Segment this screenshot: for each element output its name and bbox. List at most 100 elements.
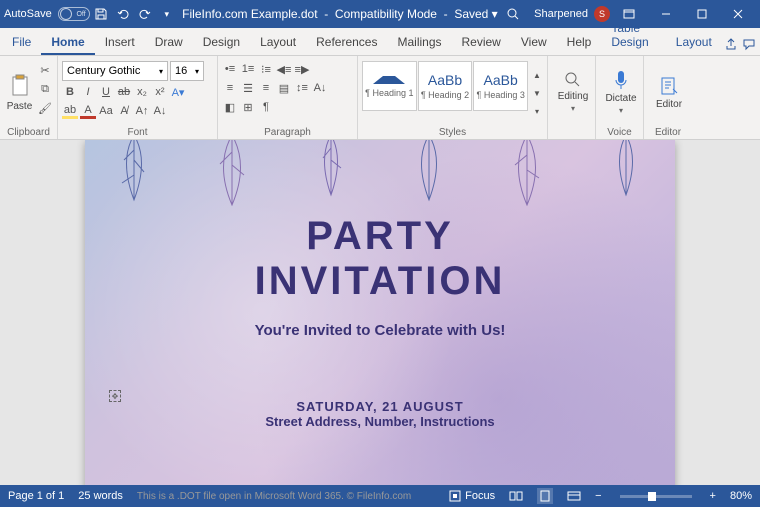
sort-icon[interactable]: A↓ bbox=[312, 80, 328, 96]
tab-design[interactable]: Design bbox=[193, 29, 250, 55]
multilevel-icon[interactable]: ⁝≡ bbox=[258, 61, 274, 77]
styles-expand-icon[interactable]: ▾ bbox=[529, 104, 543, 120]
align-left-icon[interactable]: ≡ bbox=[222, 80, 238, 96]
invitation-date[interactable]: SATURDAY, 21 AUGUST bbox=[85, 399, 675, 414]
styles-scroll-down-icon[interactable]: ▼ bbox=[529, 86, 543, 102]
editor-button[interactable]: Editor bbox=[648, 58, 690, 126]
style-heading3[interactable]: AaBb¶ Heading 3 bbox=[473, 61, 528, 111]
tab-layout2[interactable]: Layout bbox=[666, 29, 722, 55]
tab-help[interactable]: Help bbox=[557, 29, 602, 55]
save-icon[interactable] bbox=[92, 5, 110, 23]
line-spacing-icon[interactable]: ↕≡ bbox=[294, 80, 310, 96]
invitation-address[interactable]: Street Address, Number, Instructions bbox=[85, 414, 675, 429]
bullets-icon[interactable]: •≡ bbox=[222, 61, 238, 77]
zoom-level[interactable]: 80% bbox=[730, 490, 752, 502]
align-center-icon[interactable]: ☰ bbox=[240, 80, 256, 96]
cut-icon[interactable]: ✂ bbox=[37, 62, 53, 78]
change-case-icon[interactable]: Aa bbox=[98, 103, 114, 119]
web-layout-icon[interactable] bbox=[567, 490, 581, 502]
copy-icon[interactable]: ⧉ bbox=[37, 81, 53, 97]
zoom-in-button[interactable]: + bbox=[710, 490, 716, 502]
document-page[interactable]: PARTY INVITATION You're Invited to Celeb… bbox=[85, 140, 675, 485]
editing-button[interactable]: Editing ▾ bbox=[552, 58, 594, 126]
tab-file[interactable]: File bbox=[2, 29, 41, 55]
group-font: Century Gothic▾ 16▾ B I U ab x₂ x² A▾ ab… bbox=[58, 56, 218, 139]
underline-icon[interactable]: U bbox=[98, 84, 114, 100]
tab-home[interactable]: Home bbox=[41, 29, 94, 55]
group-paragraph: •≡ 1≡ ⁝≡ ◀≡ ≡▶ ≡ ☰ ≡ ▤ ↕≡ A↓ ◧ ⊞ ¶ Parag… bbox=[218, 56, 358, 139]
zoom-out-button[interactable]: − bbox=[595, 490, 601, 502]
tab-insert[interactable]: Insert bbox=[95, 29, 145, 55]
focus-mode-button[interactable]: Focus bbox=[449, 490, 495, 502]
page-count[interactable]: Page 1 of 1 bbox=[8, 490, 64, 502]
autosave-toggle[interactable]: AutoSave Off bbox=[4, 7, 90, 21]
tab-draw[interactable]: Draw bbox=[145, 29, 193, 55]
print-layout-icon[interactable] bbox=[537, 488, 553, 504]
style-heading1[interactable]: ¶ Heading 1 bbox=[362, 61, 417, 111]
invitation-title-1[interactable]: PARTY bbox=[85, 214, 675, 259]
numbering-icon[interactable]: 1≡ bbox=[240, 61, 256, 77]
style-heading2[interactable]: AaBb¶ Heading 2 bbox=[418, 61, 473, 111]
ribbon: Paste ✂ ⧉ 🖌 Clipboard Century Gothic▾ 16… bbox=[0, 56, 760, 140]
customize-qat-icon[interactable]: ▾ bbox=[158, 5, 176, 23]
shading-icon[interactable]: ◧ bbox=[222, 99, 238, 115]
microphone-icon bbox=[613, 69, 629, 91]
font-size-select[interactable]: 16▾ bbox=[170, 61, 204, 81]
styles-scroll-up-icon[interactable]: ▲ bbox=[529, 68, 543, 84]
toggle-switch[interactable]: Off bbox=[58, 7, 90, 21]
redo-icon[interactable] bbox=[136, 5, 154, 23]
text-effects-icon[interactable]: A▾ bbox=[170, 84, 186, 100]
username-label[interactable]: Sharpened bbox=[534, 8, 588, 20]
maximize-button[interactable] bbox=[684, 0, 720, 28]
tab-layout[interactable]: Layout bbox=[250, 29, 306, 55]
styles-gallery[interactable]: ¶ Heading 1 AaBb¶ Heading 2 AaBb¶ Headin… bbox=[362, 58, 543, 126]
justify-icon[interactable]: ▤ bbox=[276, 80, 292, 96]
document-title: FileInfo.com Example.dot - Compatibility… bbox=[182, 7, 498, 21]
grow-font-icon[interactable]: A↑ bbox=[134, 103, 150, 119]
paste-icon bbox=[9, 73, 31, 99]
ribbon-tabs: File Home Insert Draw Design Layout Refe… bbox=[0, 28, 760, 56]
focus-icon bbox=[449, 490, 461, 502]
comments-icon[interactable] bbox=[742, 33, 756, 55]
undo-icon[interactable] bbox=[114, 5, 132, 23]
clear-formatting-icon[interactable]: A̸ bbox=[116, 103, 132, 119]
group-styles: ¶ Heading 1 AaBb¶ Heading 2 AaBb¶ Headin… bbox=[358, 56, 548, 139]
tab-review[interactable]: Review bbox=[452, 29, 511, 55]
superscript-icon[interactable]: x² bbox=[152, 84, 168, 100]
tab-table-design[interactable]: Table Design bbox=[601, 15, 665, 55]
tab-view[interactable]: View bbox=[511, 29, 557, 55]
invitation-subtitle[interactable]: You're Invited to Celebrate with Us! bbox=[85, 322, 675, 339]
bold-icon[interactable]: B bbox=[62, 84, 78, 100]
read-mode-icon[interactable] bbox=[509, 490, 523, 502]
tab-references[interactable]: References bbox=[306, 29, 387, 55]
zoom-slider[interactable] bbox=[620, 495, 692, 498]
paste-button[interactable]: Paste bbox=[4, 58, 35, 126]
close-button[interactable] bbox=[720, 0, 756, 28]
group-label: Editor bbox=[648, 126, 688, 139]
format-painter-icon[interactable]: 🖌 bbox=[37, 100, 53, 116]
font-name-select[interactable]: Century Gothic▾ bbox=[62, 61, 168, 81]
align-right-icon[interactable]: ≡ bbox=[258, 80, 274, 96]
dictate-button[interactable]: Dictate ▾ bbox=[600, 58, 642, 126]
document-area[interactable]: PARTY INVITATION You're Invited to Celeb… bbox=[0, 140, 760, 485]
status-bar: Page 1 of 1 25 words This is a .DOT file… bbox=[0, 485, 760, 507]
tab-mailings[interactable]: Mailings bbox=[387, 29, 451, 55]
highlight-icon[interactable]: ab bbox=[62, 103, 78, 119]
strikethrough-icon[interactable]: ab bbox=[116, 84, 132, 100]
share-icon[interactable] bbox=[724, 33, 738, 55]
invitation-title-2[interactable]: INVITATION bbox=[85, 259, 675, 304]
autosave-label: AutoSave bbox=[4, 8, 52, 20]
word-count[interactable]: 25 words bbox=[78, 490, 123, 502]
shrink-font-icon[interactable]: A↓ bbox=[152, 103, 168, 119]
group-label: Paragraph bbox=[222, 126, 353, 139]
group-label: Voice bbox=[600, 126, 639, 139]
group-editing: Editing ▾ bbox=[548, 56, 596, 139]
font-color-icon[interactable]: A bbox=[80, 103, 96, 119]
search-icon[interactable] bbox=[504, 5, 522, 23]
italic-icon[interactable]: I bbox=[80, 84, 96, 100]
show-marks-icon[interactable]: ¶ bbox=[258, 99, 274, 115]
borders-icon[interactable]: ⊞ bbox=[240, 99, 256, 115]
subscript-icon[interactable]: x₂ bbox=[134, 84, 150, 100]
decrease-indent-icon[interactable]: ◀≡ bbox=[276, 61, 292, 77]
increase-indent-icon[interactable]: ≡▶ bbox=[294, 61, 310, 77]
